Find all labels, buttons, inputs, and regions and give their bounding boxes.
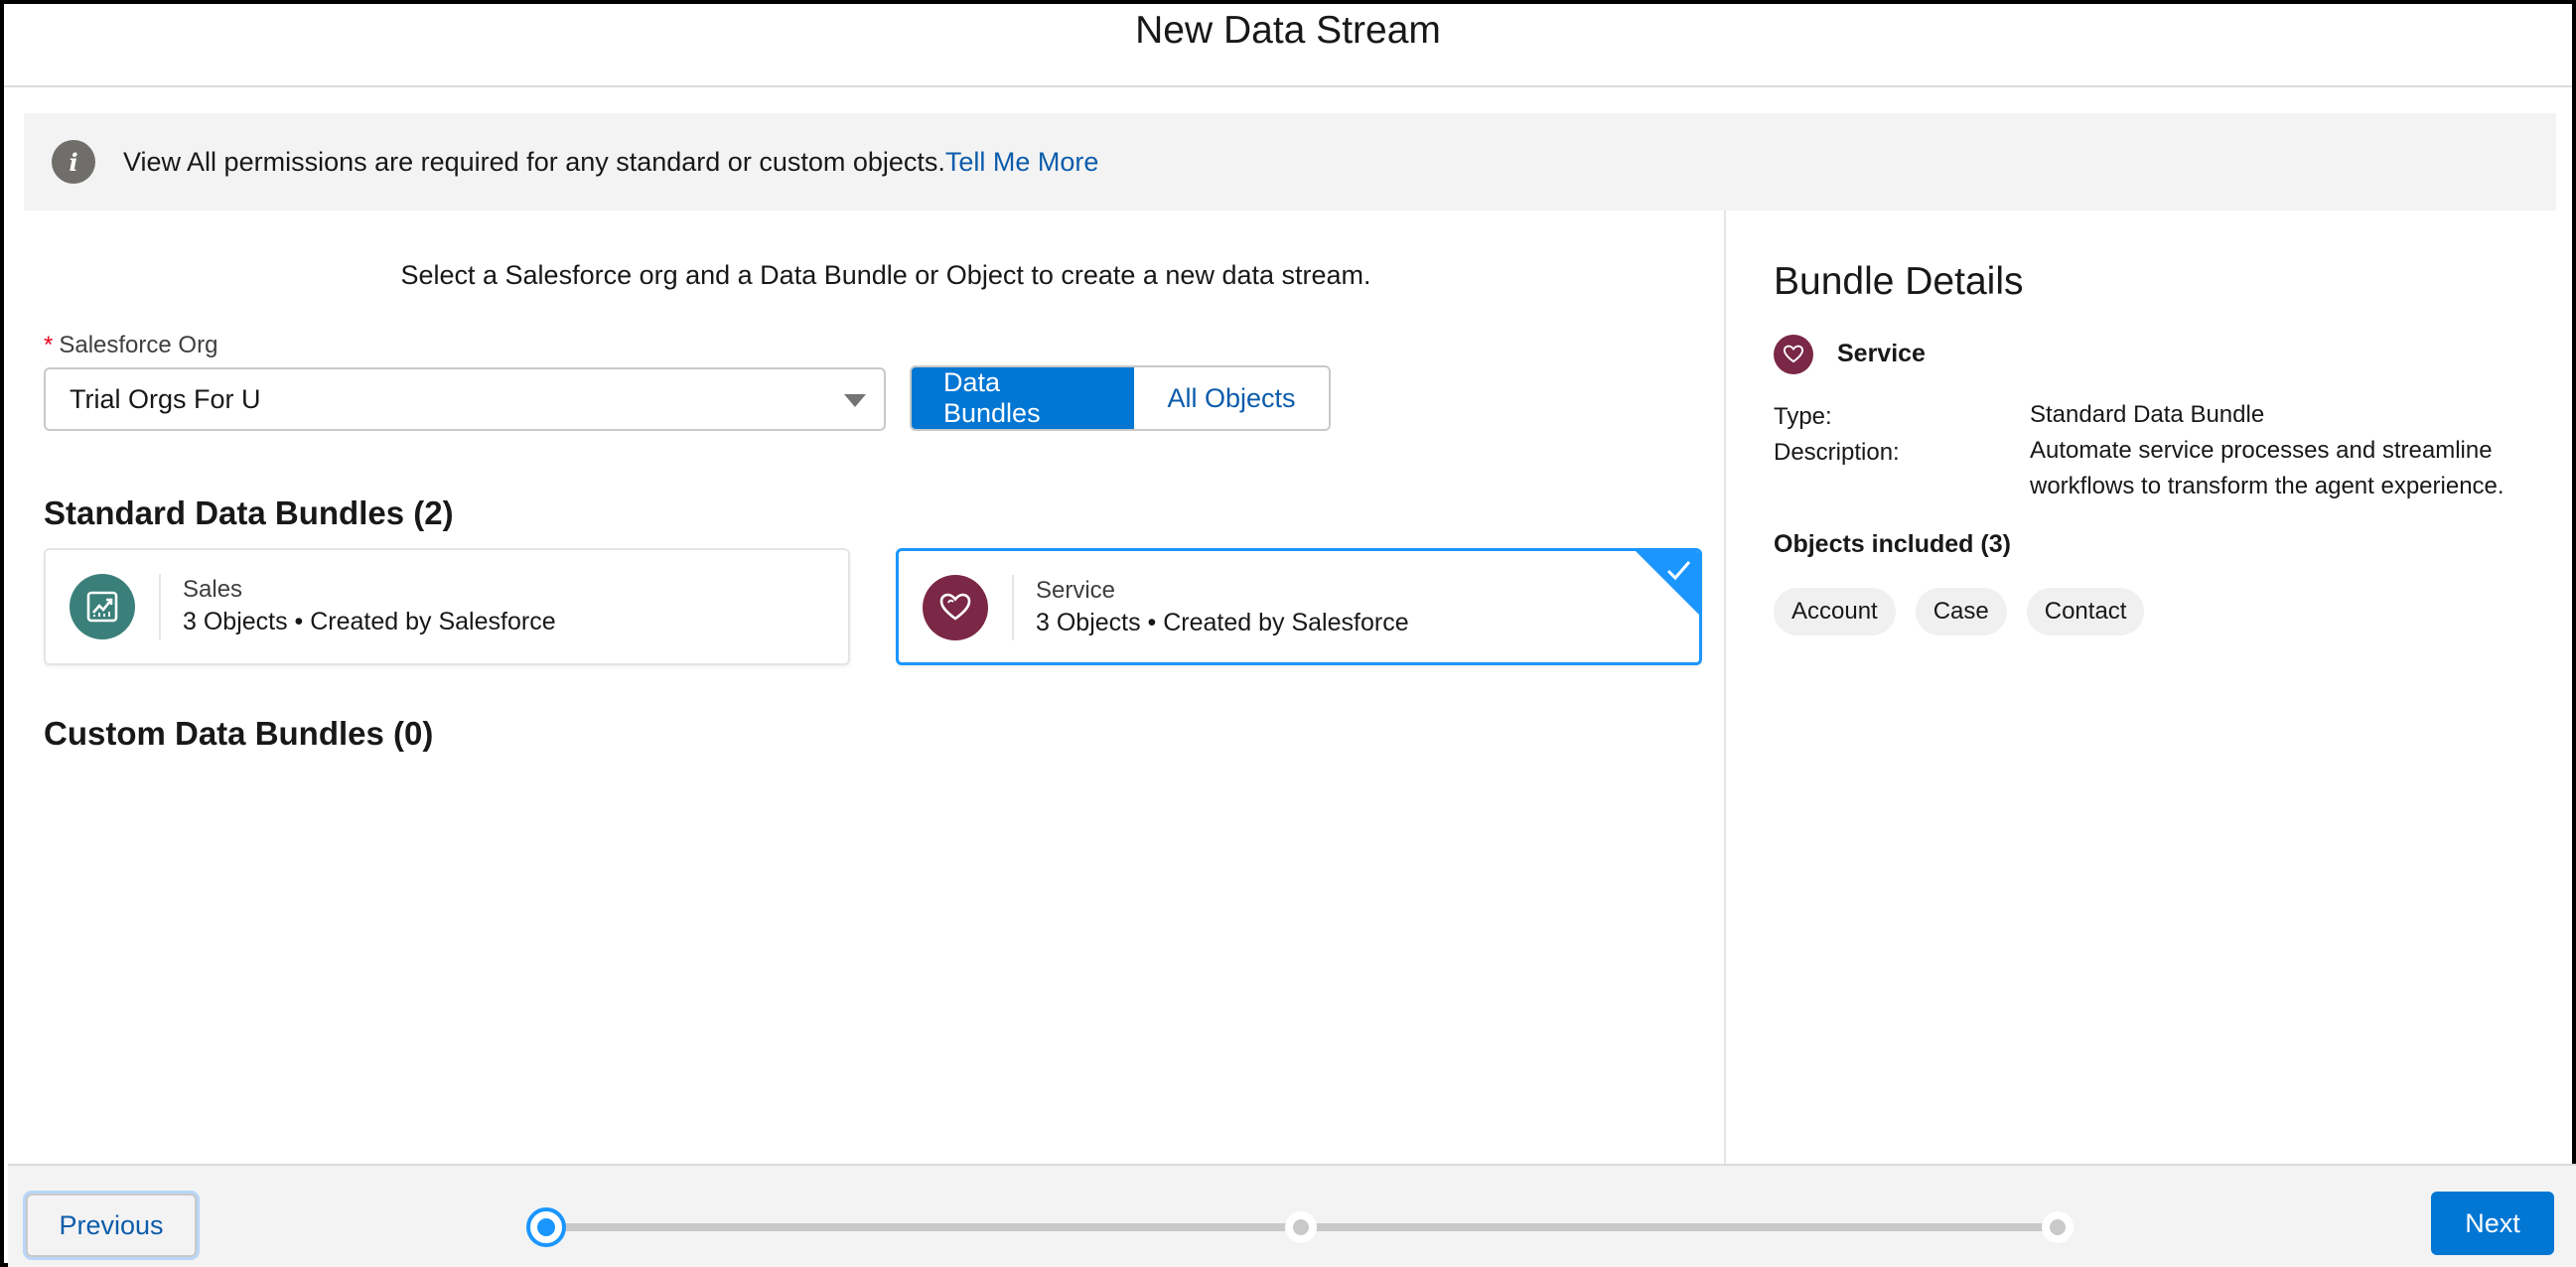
- info-banner: i View All permissions are required for …: [24, 113, 2556, 211]
- object-pill: Account: [1774, 588, 1896, 635]
- card-divider: [159, 574, 161, 639]
- progress-dot: [2050, 1219, 2066, 1235]
- data-bundles-button[interactable]: Data Bundles: [912, 367, 1134, 429]
- object-pill: Contact: [2026, 588, 2145, 635]
- salesforce-org-select[interactable]: Trial Orgs For U: [44, 367, 886, 431]
- object-pill: Case: [1915, 588, 2007, 635]
- tell-me-more-link[interactable]: Tell Me More: [945, 147, 1099, 177]
- chevron-down-icon: [844, 394, 866, 407]
- progress-step-3[interactable]: [2042, 1211, 2074, 1243]
- info-icon: i: [52, 140, 95, 184]
- type-value: Standard Data Bundle: [2030, 401, 2265, 428]
- salesforce-org-label: * Salesforce Org: [44, 332, 217, 359]
- progress-step-1[interactable]: [526, 1207, 566, 1247]
- selection-panel: Select a Salesforce org and a Data Bundl…: [8, 211, 1724, 1164]
- bundle-name: Sales: [183, 576, 243, 603]
- description-label: Description:: [1774, 439, 1900, 466]
- next-button[interactable]: Next: [2431, 1192, 2554, 1255]
- modal-footer: Previous Next: [8, 1164, 2576, 1267]
- heart-icon: [1774, 335, 1813, 374]
- banner-text: View All permissions are required for an…: [123, 146, 945, 177]
- card-divider: [1012, 575, 1014, 640]
- custom-bundles-title: Custom Data Bundles (0): [44, 715, 434, 752]
- progress-step-2[interactable]: [1285, 1211, 1317, 1243]
- bundle-details-title: Bundle Details: [1774, 260, 2024, 303]
- bundle-card-service[interactable]: Service 3 Objects • Created by Salesforc…: [896, 548, 1702, 665]
- standard-bundles-title: Standard Data Bundles (2): [44, 494, 454, 531]
- required-marker: *: [44, 332, 54, 358]
- bundle-meta: 3 Objects • Created by Salesforce: [183, 608, 556, 635]
- instruction-text: Select a Salesforce org and a Data Bundl…: [400, 260, 1371, 290]
- objects-included-title: Objects included (3): [1774, 530, 2011, 558]
- bundle-name: Service: [1036, 577, 1116, 604]
- modal-header: New Data Stream: [4, 4, 2572, 87]
- bundle-details-panel: Bundle Details Service Type: Standard Da…: [1724, 211, 2576, 1164]
- bundle-card-sales[interactable]: Sales 3 Objects • Created by Salesforce: [44, 548, 850, 665]
- progress-dot: [1293, 1219, 1309, 1235]
- bundle-object-toggle: Data Bundles All Objects: [910, 365, 1331, 431]
- details-bundle-name: Service: [1837, 340, 1926, 367]
- banner-text-wrap: View All permissions are required for an…: [123, 147, 1098, 178]
- modal-window: New Data Stream i View All permissions a…: [0, 0, 2576, 1267]
- salesforce-org-value: Trial Orgs For U: [70, 383, 261, 414]
- chart-icon: [70, 574, 135, 639]
- type-label: Type:: [1774, 403, 1832, 430]
- progress-dot: [537, 1218, 555, 1236]
- bundle-meta: 3 Objects • Created by Salesforce: [1036, 609, 1409, 636]
- description-value: Automate service processes and streamlin…: [2030, 437, 2504, 499]
- salesforce-org-label-text: Salesforce Org: [59, 332, 218, 358]
- previous-button[interactable]: Previous: [26, 1194, 197, 1257]
- heart-icon: [923, 575, 988, 640]
- modal-title: New Data Stream: [1135, 9, 1441, 52]
- objects-list: Account Case Contact: [1774, 588, 2145, 635]
- checkmark-icon: [1666, 561, 1691, 581]
- all-objects-button[interactable]: All Objects: [1134, 367, 1329, 429]
